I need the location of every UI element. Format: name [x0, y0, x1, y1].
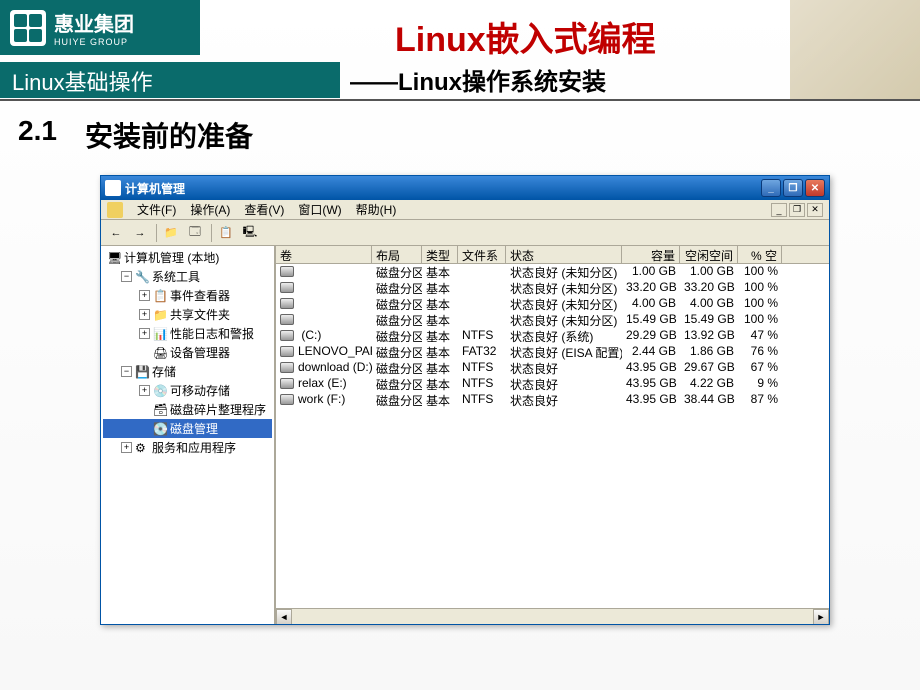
column-headers: 卷 布局 类型 文件系统 状态 容量 空闲空间 % 空闲 — [276, 246, 829, 264]
up-folder-icon[interactable]: 📁 — [160, 223, 182, 243]
removable-icon: 💿 — [153, 384, 167, 398]
volume-icon — [280, 330, 294, 341]
scroll-track[interactable] — [292, 609, 813, 624]
app-icon — [105, 180, 121, 196]
menu-file[interactable]: 文件(F) — [137, 201, 176, 218]
close-button[interactable]: ✕ — [805, 179, 825, 197]
volume-icon — [280, 282, 294, 293]
tree-perflogs[interactable]: +📊性能日志和警报 — [103, 324, 272, 343]
col-filesystem[interactable]: 文件系统 — [458, 246, 506, 263]
volume-row[interactable]: work (F:)磁盘分区基本NTFS状态良好43.95 GB38.44 GB8… — [276, 392, 829, 408]
volume-icon — [280, 298, 294, 309]
menu-window[interactable]: 窗口(W) — [298, 201, 341, 218]
settings-icon[interactable]: 🖳 — [239, 223, 261, 243]
storage-icon: 💾 — [135, 365, 149, 379]
tree-removable[interactable]: +💿可移动存储 — [103, 381, 272, 400]
tree-services[interactable]: +⚙服务和应用程序 — [103, 438, 272, 457]
tree-devmgr[interactable]: 🖨设备管理器 — [103, 343, 272, 362]
menu-help[interactable]: 帮助(H) — [356, 201, 397, 218]
menu-bar: 文件(F) 操作(A) 查看(V) 窗口(W) 帮助(H) _ ❐ ✕ — [101, 200, 829, 220]
volume-icon — [280, 314, 294, 325]
navigation-tree[interactable]: 🖥计算机管理 (本地) −🔧系统工具 +📋事件查看器 +📁共享文件夹 +📊性能日… — [101, 246, 276, 624]
refresh-icon[interactable]: 📋 — [215, 223, 237, 243]
volume-row[interactable]: (C:)磁盘分区基本NTFS状态良好 (系统)29.29 GB13.92 GB4… — [276, 328, 829, 344]
window-titlebar[interactable]: 计算机管理 _ ❐ ✕ — [101, 176, 829, 200]
collapse-icon[interactable]: − — [121, 271, 132, 282]
mdi-close[interactable]: ✕ — [807, 203, 823, 217]
menu-action[interactable]: 操作(A) — [190, 201, 230, 218]
logo-icon — [10, 10, 46, 46]
volume-icon — [280, 346, 294, 357]
mdi-icon — [107, 202, 123, 218]
col-type[interactable]: 类型 — [422, 246, 458, 263]
folder-icon: 📁 — [153, 308, 167, 322]
section-title: 安装前的准备 — [85, 115, 253, 155]
device-icon: 🖨 — [153, 346, 167, 360]
collapse-icon[interactable]: − — [121, 366, 132, 377]
content-area: 🖥计算机管理 (本地) −🔧系统工具 +📋事件查看器 +📁共享文件夹 +📊性能日… — [101, 246, 829, 624]
forward-button[interactable]: → — [129, 223, 151, 243]
properties-icon[interactable]: 🗔 — [184, 223, 206, 243]
tree-diskmgmt[interactable]: 💽磁盘管理 — [103, 419, 272, 438]
volume-icon — [280, 362, 294, 373]
back-button[interactable]: ← — [105, 223, 127, 243]
volume-icon — [280, 266, 294, 277]
col-status[interactable]: 状态 — [506, 246, 622, 263]
event-icon: 📋 — [153, 289, 167, 303]
sub-main-title: ——Linux操作系统安装 — [350, 62, 606, 97]
expand-icon[interactable]: + — [139, 309, 150, 320]
toolbar: ← → 📁 🗔 📋 🖳 — [101, 220, 829, 246]
section-number: 2.1 — [18, 115, 57, 147]
logo-text-cn: 惠业集团 — [54, 14, 134, 36]
volume-row[interactable]: 磁盘分区基本状态良好 (未知分区)15.49 GB15.49 GB100 % — [276, 312, 829, 328]
minimize-button[interactable]: _ — [761, 179, 781, 197]
perf-icon: 📊 — [153, 327, 167, 341]
window-title: 计算机管理 — [125, 180, 761, 197]
tree-sharedfolders[interactable]: +📁共享文件夹 — [103, 305, 272, 324]
computer-icon: 🖥 — [107, 251, 121, 265]
services-icon: ⚙ — [135, 441, 149, 455]
volume-row[interactable]: download (D:)磁盘分区基本NTFS状态良好43.95 GB29.67… — [276, 360, 829, 376]
tree-eventviewer[interactable]: +📋事件查看器 — [103, 286, 272, 305]
col-capacity[interactable]: 容量 — [622, 246, 680, 263]
maximize-button[interactable]: ❐ — [783, 179, 803, 197]
tree-storage[interactable]: −💾存储 — [103, 362, 272, 381]
logo-block: 惠业集团 HUIYE GROUP — [0, 0, 200, 55]
menu-view[interactable]: 查看(V) — [244, 201, 284, 218]
mdi-minimize[interactable]: _ — [771, 203, 787, 217]
tree-root[interactable]: 🖥计算机管理 (本地) — [103, 248, 272, 267]
mdi-restore[interactable]: ❐ — [789, 203, 805, 217]
volume-row[interactable]: relax (E:)磁盘分区基本NTFS状态良好43.95 GB4.22 GB9… — [276, 376, 829, 392]
expand-icon[interactable]: + — [139, 290, 150, 301]
scroll-right-button[interactable]: ► — [813, 609, 829, 624]
header-divider — [0, 99, 920, 101]
scroll-left-button[interactable]: ◄ — [276, 609, 292, 624]
col-volume[interactable]: 卷 — [276, 246, 372, 263]
horizontal-scrollbar[interactable]: ◄ ► — [276, 608, 829, 624]
volume-icon — [280, 394, 294, 405]
logo-text-en: HUIYE GROUP — [54, 37, 134, 47]
col-freespace[interactable]: 空闲空间 — [680, 246, 738, 263]
slide-header: 惠业集团 HUIYE GROUP Linux基础操作 Linux嵌入式编程 ——… — [0, 0, 920, 100]
col-pctfree[interactable]: % 空闲 — [738, 246, 782, 263]
volume-row[interactable]: 磁盘分区基本状态良好 (未知分区)4.00 GB4.00 GB100 % — [276, 296, 829, 312]
tree-systools[interactable]: −🔧系统工具 — [103, 267, 272, 286]
tree-defrag[interactable]: 🗃磁盘碎片整理程序 — [103, 400, 272, 419]
main-title: Linux嵌入式编程 — [395, 12, 656, 61]
volume-list-body[interactable]: 磁盘分区基本状态良好 (未知分区)1.00 GB1.00 GB100 %磁盘分区… — [276, 264, 829, 608]
volume-icon — [280, 378, 294, 389]
disk-icon: 💽 — [153, 422, 167, 436]
subtitle-bar: Linux基础操作 — [0, 62, 340, 98]
volume-row[interactable]: LENOVO_PART磁盘分区基本FAT32状态良好 (EISA 配置)2.44… — [276, 344, 829, 360]
col-layout[interactable]: 布局 — [372, 246, 422, 263]
volume-row[interactable]: 磁盘分区基本状态良好 (未知分区)33.20 GB33.20 GB100 % — [276, 280, 829, 296]
expand-icon[interactable]: + — [121, 442, 132, 453]
defrag-icon: 🗃 — [153, 403, 167, 417]
expand-icon[interactable]: + — [139, 328, 150, 339]
computer-management-window: 计算机管理 _ ❐ ✕ 文件(F) 操作(A) 查看(V) 窗口(W) 帮助(H… — [100, 175, 830, 625]
expand-icon[interactable]: + — [139, 385, 150, 396]
tools-icon: 🔧 — [135, 270, 149, 284]
volume-row[interactable]: 磁盘分区基本状态良好 (未知分区)1.00 GB1.00 GB100 % — [276, 264, 829, 280]
volume-list-panel: 卷 布局 类型 文件系统 状态 容量 空闲空间 % 空闲 磁盘分区基本状态良好 … — [276, 246, 829, 624]
